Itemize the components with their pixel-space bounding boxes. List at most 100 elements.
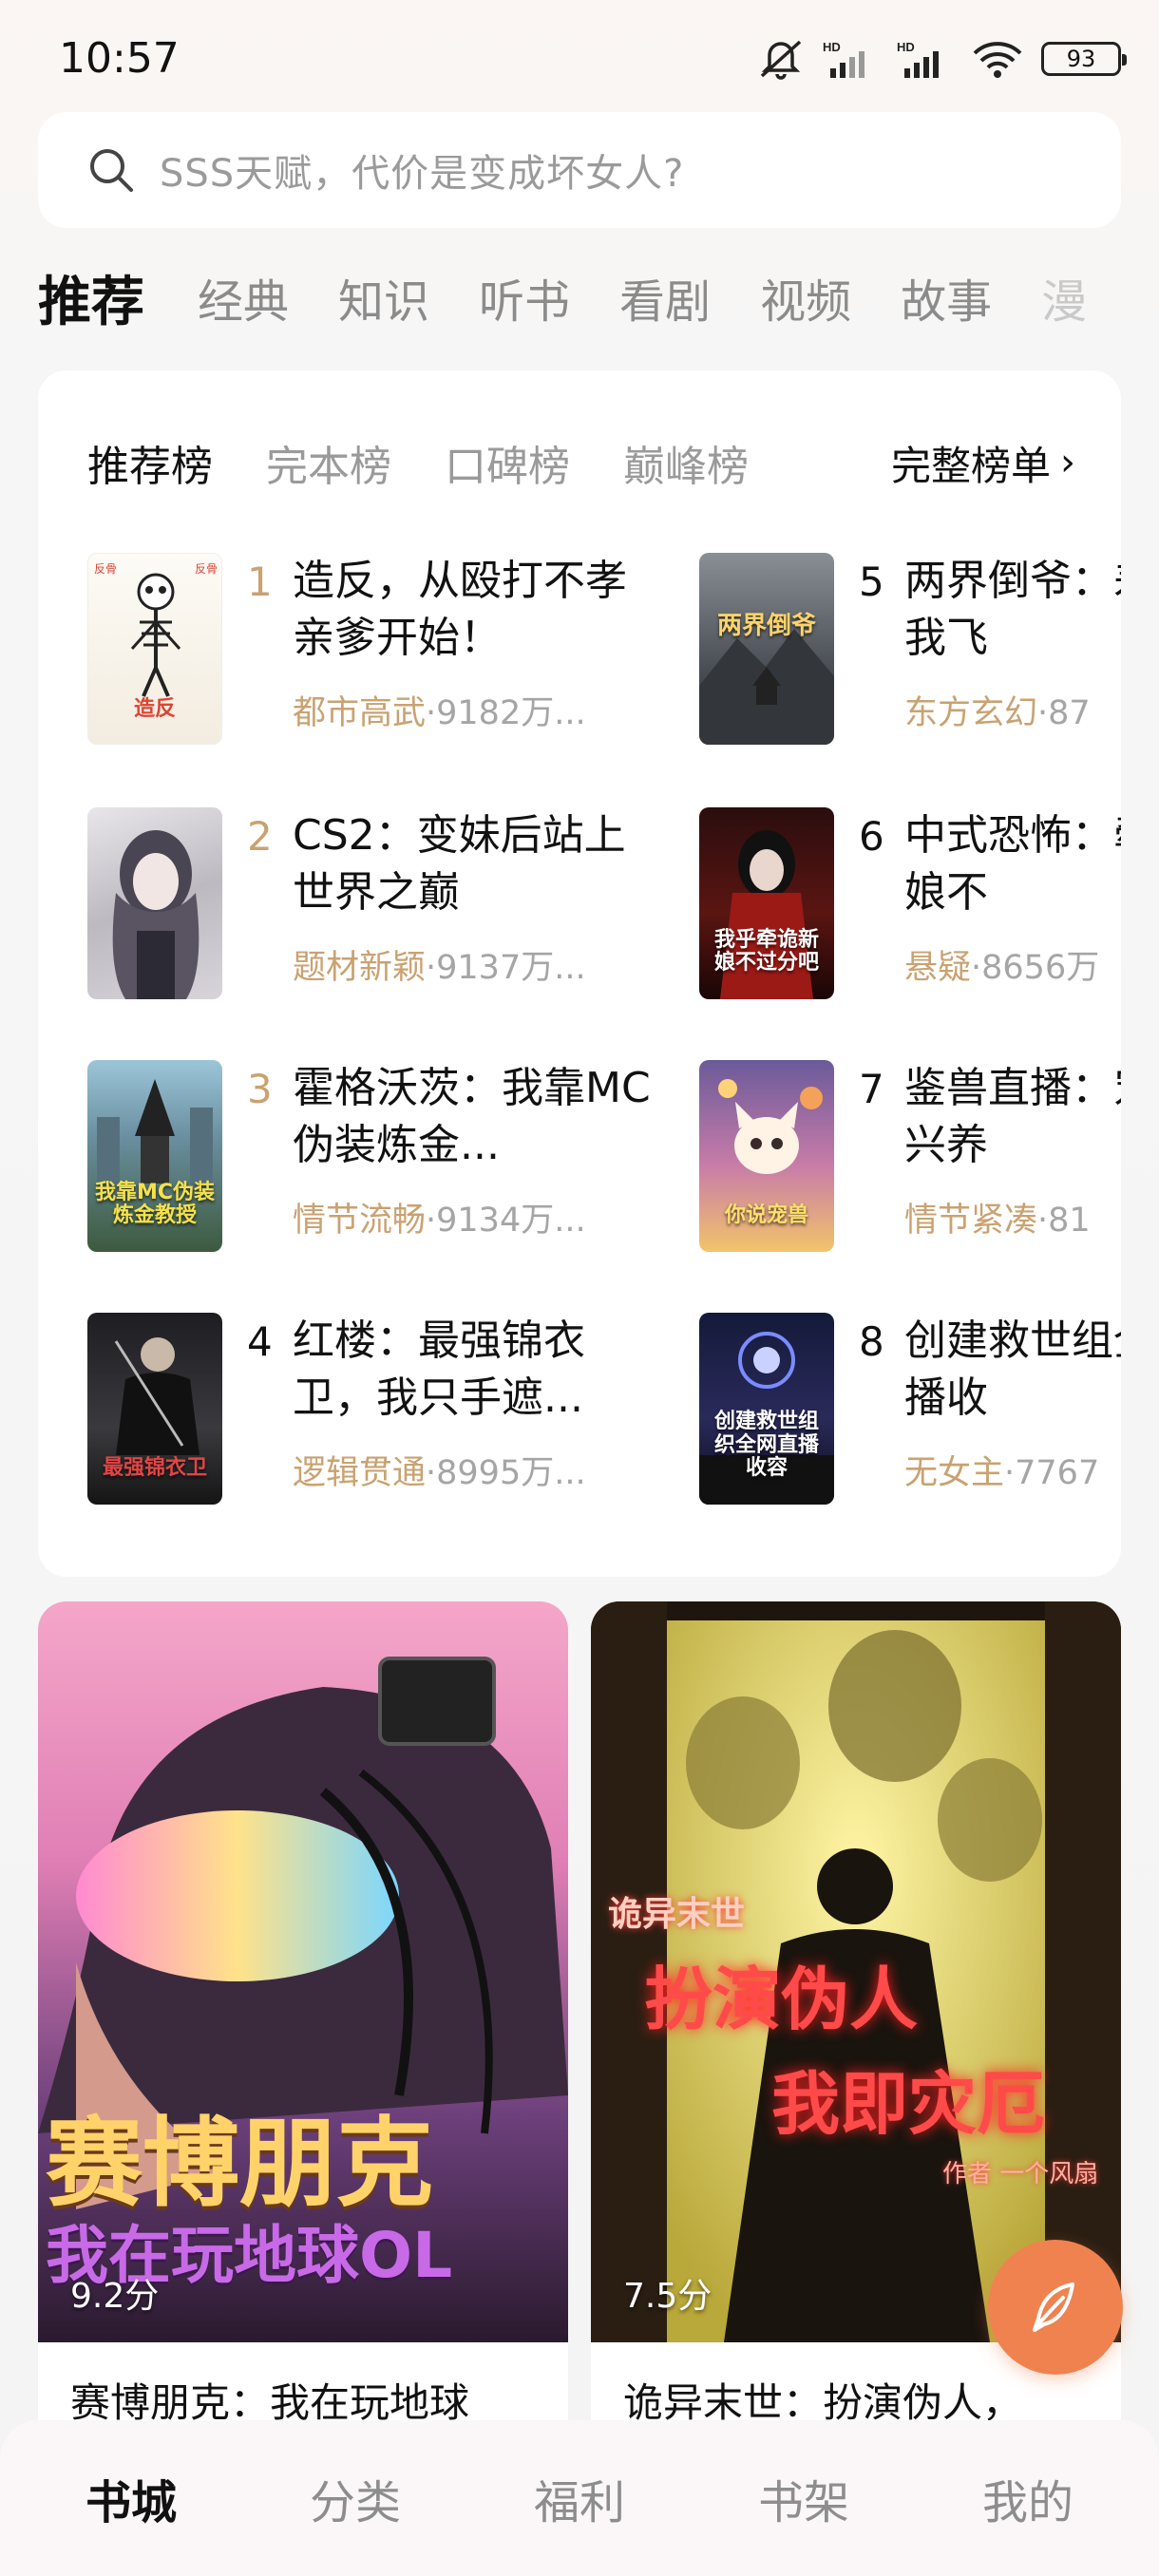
book-reads: ·9182万... [426,694,586,732]
tab-classic[interactable]: 经典 [198,264,289,331]
book-cover-6: 我乎牵诡新娘不过分吧 [699,807,834,999]
book-cover-1: 反骨 反骨 造反 [87,553,222,745]
svg-text:反骨: 反骨 [94,562,117,576]
book-tag: 逻辑贯通 [293,1454,427,1492]
book-cover-3: 我靠MC伪装炼金教授 [87,1060,222,1252]
rank-number: 7 [859,1066,884,1112]
tab-comics[interactable]: 漫 [1041,264,1087,331]
book-title: 两界倒爷：差价助我飞 [904,557,1121,662]
rank-number: 3 [247,1066,273,1112]
cover-title-1: 造反 [133,696,176,721]
nav-bookstore[interactable]: 书城 [36,2465,226,2531]
book-tag: 无女主 [904,1454,1005,1492]
anime-girl-cover-art [112,830,200,999]
full-ranking-label: 完整榜单 [890,442,1051,489]
wifi-icon [973,42,1022,78]
nav-welfare[interactable]: 福利 [484,2465,674,2531]
tab-video[interactable]: 视频 [760,264,851,331]
tab-audiobook[interactable]: 听书 [479,264,570,331]
cover-title-3: 我靠MC伪装炼金教授 [94,1180,216,1227]
rank-item-5[interactable]: 两界倒爷 5 两界倒爷：差价助我飞 东方玄幻·87 [699,553,1121,748]
promo-art-author-2: 作者 一个风扇 [942,2160,1099,2188]
rank-item-3[interactable]: 我靠MC伪装炼金教授 3 霍格沃茨：我靠MC伪装炼金... 情节流畅·9134万… [87,1060,695,1256]
book-cover-7: 你说宠兽 [699,1060,834,1252]
rank-item-6[interactable]: 我乎牵诡新娘不过分吧 6 中式恐怖：牵诡新娘不 悬疑·8656万 [699,807,1121,1003]
rank-number: 2 [247,813,273,860]
rank-item-1[interactable]: 反骨 反骨 造反 1 造反，从殴打不孝亲爹开始！ 都市高武·9182万... [87,553,695,748]
rank-tab-recommend[interactable]: 推荐榜 [87,432,213,493]
ranking-card: 推荐榜 完本榜 口碑榜 巅峰榜 完整榜单 › 反骨 反骨 造反 1 造反，从殴打… [38,370,1121,1577]
tab-story[interactable]: 故事 [901,264,992,331]
book-reads: ·7767 [1004,1454,1100,1492]
rank-number: 4 [247,1318,273,1365]
bottom-navigation: 书城 分类 福利 书架 我的 [0,2420,1159,2576]
status-bar: 10:57 HD HD 93 [0,0,1159,114]
search-icon [90,149,133,192]
book-cover-8: 创建救世组织全网直播收容 [699,1313,834,1505]
book-title: 霍格沃茨：我靠MC伪装炼金... [293,1064,651,1169]
book-tag: 题材新颖 [293,949,427,987]
tab-recommend[interactable]: 推荐 [38,259,144,336]
tab-knowledge[interactable]: 知识 [338,264,429,331]
book-cover-5: 两界倒爷 [699,553,834,745]
book-title: CS2：变妹后站上世界之巅 [293,811,626,917]
book-tag: 情节紧凑 [904,1202,1038,1240]
book-tag: 东方玄幻 [904,694,1038,732]
promo-score-1: 9.2分 [70,2277,160,2316]
rank-item-2[interactable]: 2 CS2：变妹后站上世界之巅 题材新颖·9137万... [87,807,695,1003]
full-ranking-link[interactable]: 完整榜单 › [852,429,1075,496]
status-time: 10:57 [59,34,180,83]
promo-art-tag-2: 诡异末世 [608,1895,746,1934]
promo-cover-1: 赛博朋克 我在玩地球OL 9.2分 [38,1601,568,2342]
top-tabs: 推荐 经典 知识 听书 看剧 视频 故事 漫 [38,255,1159,340]
cover-title-6: 我乎牵诡新娘不过分吧 [713,927,819,975]
rank-item-4[interactable]: 最强锦衣卫 4 红楼：最强锦衣卫，我只手遮... 逻辑贯通·8995万... [87,1313,695,1508]
svg-text:反骨: 反骨 [195,562,218,576]
book-cover-4: 最强锦衣卫 [87,1313,222,1505]
book-title: 鉴兽直播：宠兽不兴养 [904,1064,1121,1169]
book-title: 创建救世组全网直播收 [904,1316,1121,1422]
rank-tab-reputation[interactable]: 口碑榜 [445,432,570,493]
book-title: 中式恐怖：牵诡新娘不 [904,811,1121,917]
book-reads: ·8656万 [971,949,1100,987]
nav-categories[interactable]: 分类 [260,2465,450,2531]
chevron-right-icon: › [1060,441,1075,484]
book-meta: 无女主·7767 [904,1446,1121,1494]
book-meta: 悬疑·8656万 [904,940,1121,989]
book-tag: 都市高武 [293,694,427,732]
book-tag: 悬疑 [904,949,972,987]
search-placeholder: SSS天赋，代价是变成坏女人? [160,152,685,196]
book-meta: 情节紧凑·81 [904,1193,1121,1241]
nav-me[interactable]: 我的 [933,2465,1123,2531]
tab-drama[interactable]: 看剧 [619,264,711,331]
promo-art-title-2: 扮演伪人 [644,1960,919,2039]
signal-hd-icon-2: HD [897,40,939,78]
promo-art-subtitle-2: 我即灾厄 [771,2064,1046,2144]
book-title: 红楼：最强锦衣卫，我只手遮... [293,1316,585,1422]
nav-bookshelf[interactable]: 书架 [709,2465,899,2531]
rank-number: 6 [859,813,884,860]
promo-cover-2: 诡异末世 扮演伪人 我即灾厄 作者 一个风扇 7.5分 [591,1601,1121,2342]
book-meta: 都市高武·9182万... [293,686,654,734]
rank-tab-completed[interactable]: 完本榜 [266,432,391,493]
rank-number: 5 [859,559,884,605]
book-tag: 情节流畅 [293,1202,427,1240]
search-bar[interactable]: SSS天赋，代价是变成坏女人? [38,112,1121,228]
rank-item-8[interactable]: 创建救世组织全网直播收容 8 创建救世组全网直播收 无女主·7767 [699,1313,1121,1508]
write-fab-button[interactable] [988,2240,1123,2375]
promo-score-2: 7.5分 [623,2277,712,2316]
cover-title-7: 你说宠兽 [724,1203,808,1227]
cover-title-4: 最强锦衣卫 [102,1455,207,1480]
svg-text:HD: HD [897,40,915,54]
cover-title-5: 两界倒爷 [716,612,816,641]
rank-tab-peak[interactable]: 巅峰榜 [623,432,749,493]
book-cover-2 [87,807,222,999]
promo-card-cyberpunk[interactable]: 赛博朋克 我在玩地球OL 9.2分 赛博朋克：我在玩地球 [38,1601,568,2456]
book-reads: ·81 [1037,1202,1091,1240]
rank-number: 8 [859,1318,884,1365]
book-meta: 情节流畅·9134万... [293,1193,654,1241]
book-reads: ·9137万... [426,949,586,987]
rank-item-7[interactable]: 你说宠兽 7 鉴兽直播：宠兽不兴养 情节紧凑·81 [699,1060,1121,1256]
mute-vibrate-icon [760,40,802,80]
book-meta: 题材新颖·9137万... [293,940,654,989]
